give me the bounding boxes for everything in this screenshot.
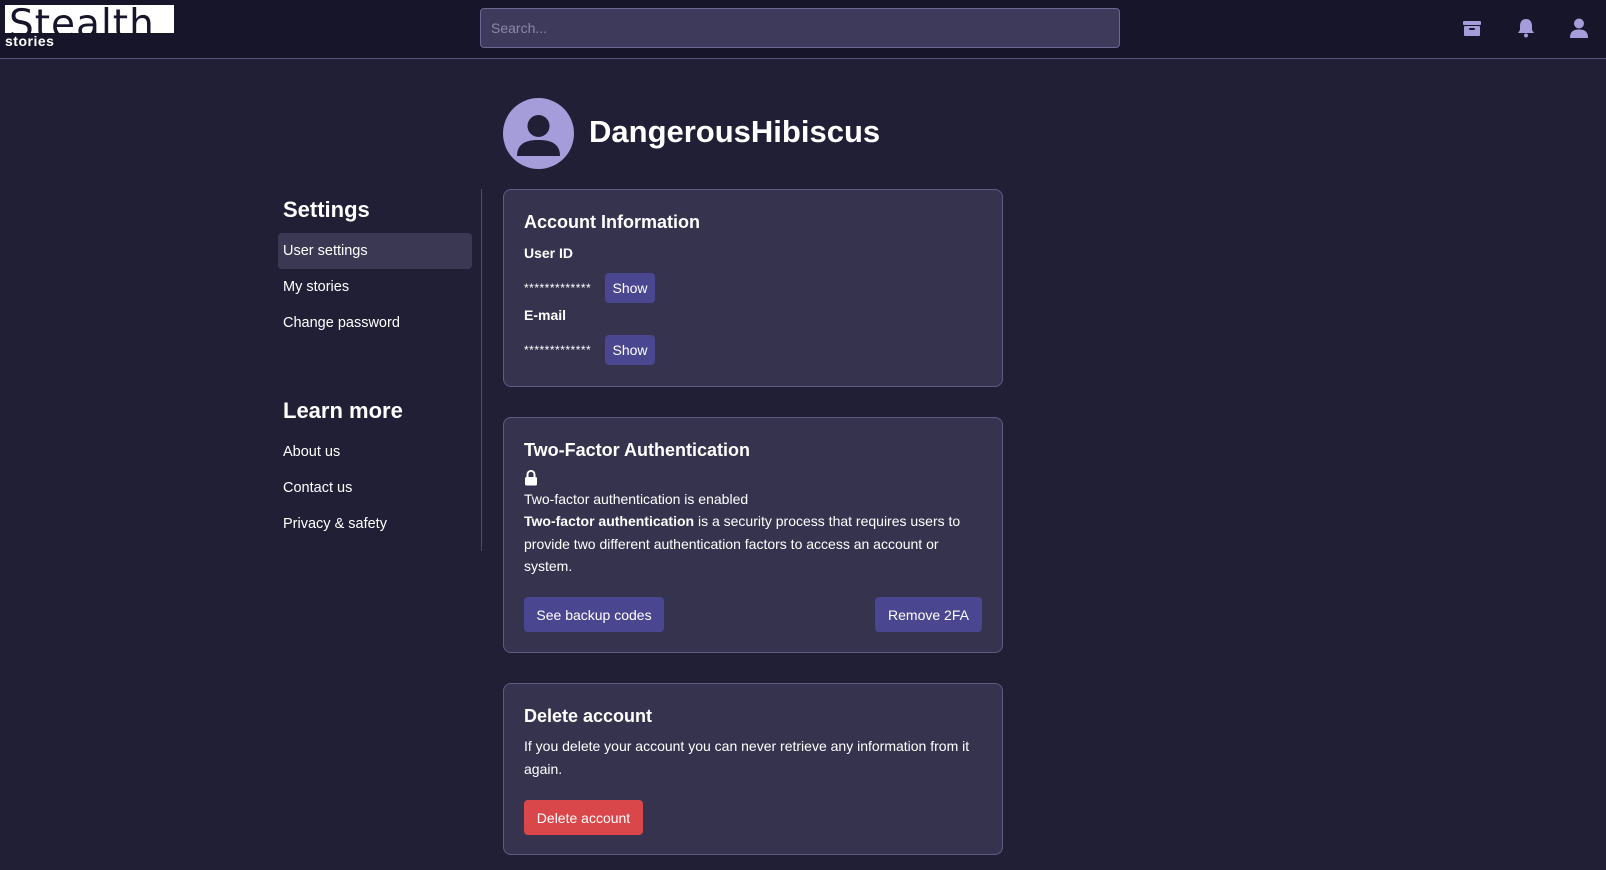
avatar (503, 98, 574, 169)
two-factor-title: Two-Factor Authentication (524, 440, 750, 460)
two-factor-status: Two-factor authentication is enabled (524, 491, 749, 507)
two-factor-description: Two-factor authentication is a security … (524, 510, 984, 578)
email-value: ************* (524, 343, 592, 357)
user-icon[interactable] (1567, 16, 1591, 40)
sidebar-item-change-password[interactable]: Change password (278, 305, 472, 341)
sidebar-item-about-us[interactable]: About us (278, 434, 472, 470)
show-user-id-button[interactable]: Show (605, 273, 655, 303)
sidebar-item-my-stories[interactable]: My stories (278, 269, 472, 305)
top-bar: Stealth stories (0, 0, 1606, 59)
username: DangerousHibiscus (589, 114, 881, 149)
two-factor-description-bold: Two-factor authentication (524, 513, 695, 529)
search-input[interactable] (480, 8, 1120, 48)
sidebar-item-contact-us[interactable]: Contact us (278, 470, 472, 506)
settings-heading: Settings (283, 197, 370, 222)
sidebar-item-user-settings[interactable]: User settings (278, 233, 472, 269)
show-email-button[interactable]: Show (605, 335, 655, 365)
two-factor-card: Two-Factor Authentication Two-factor aut… (503, 417, 1003, 653)
logo[interactable]: Stealth (5, 5, 174, 33)
remove-2fa-button[interactable]: Remove 2FA (875, 597, 982, 632)
account-information-card: Account Information User ID ************… (503, 189, 1003, 387)
archive-icon[interactable] (1460, 16, 1484, 40)
user-id-label: User ID (524, 245, 574, 261)
delete-account-button[interactable]: Delete account (524, 800, 643, 835)
delete-account-card: Delete account If you delete your accoun… (503, 683, 1003, 855)
sidebar-item-privacy-safety[interactable]: Privacy & safety (278, 506, 472, 542)
delete-account-description: If you delete your account you can never… (524, 738, 970, 777)
bell-icon[interactable] (1514, 16, 1538, 40)
logo-subtitle: stories (5, 33, 55, 49)
account-information-title: Account Information (524, 212, 700, 232)
sidebar-divider (481, 189, 482, 551)
delete-account-title: Delete account (524, 706, 653, 726)
logo-text: Stealth (9, 5, 155, 33)
email-label: E-mail (524, 307, 567, 323)
see-backup-codes-button[interactable]: See backup codes (524, 597, 664, 632)
user-id-value: ************* (524, 281, 592, 295)
learn-more-heading: Learn more (283, 398, 403, 423)
